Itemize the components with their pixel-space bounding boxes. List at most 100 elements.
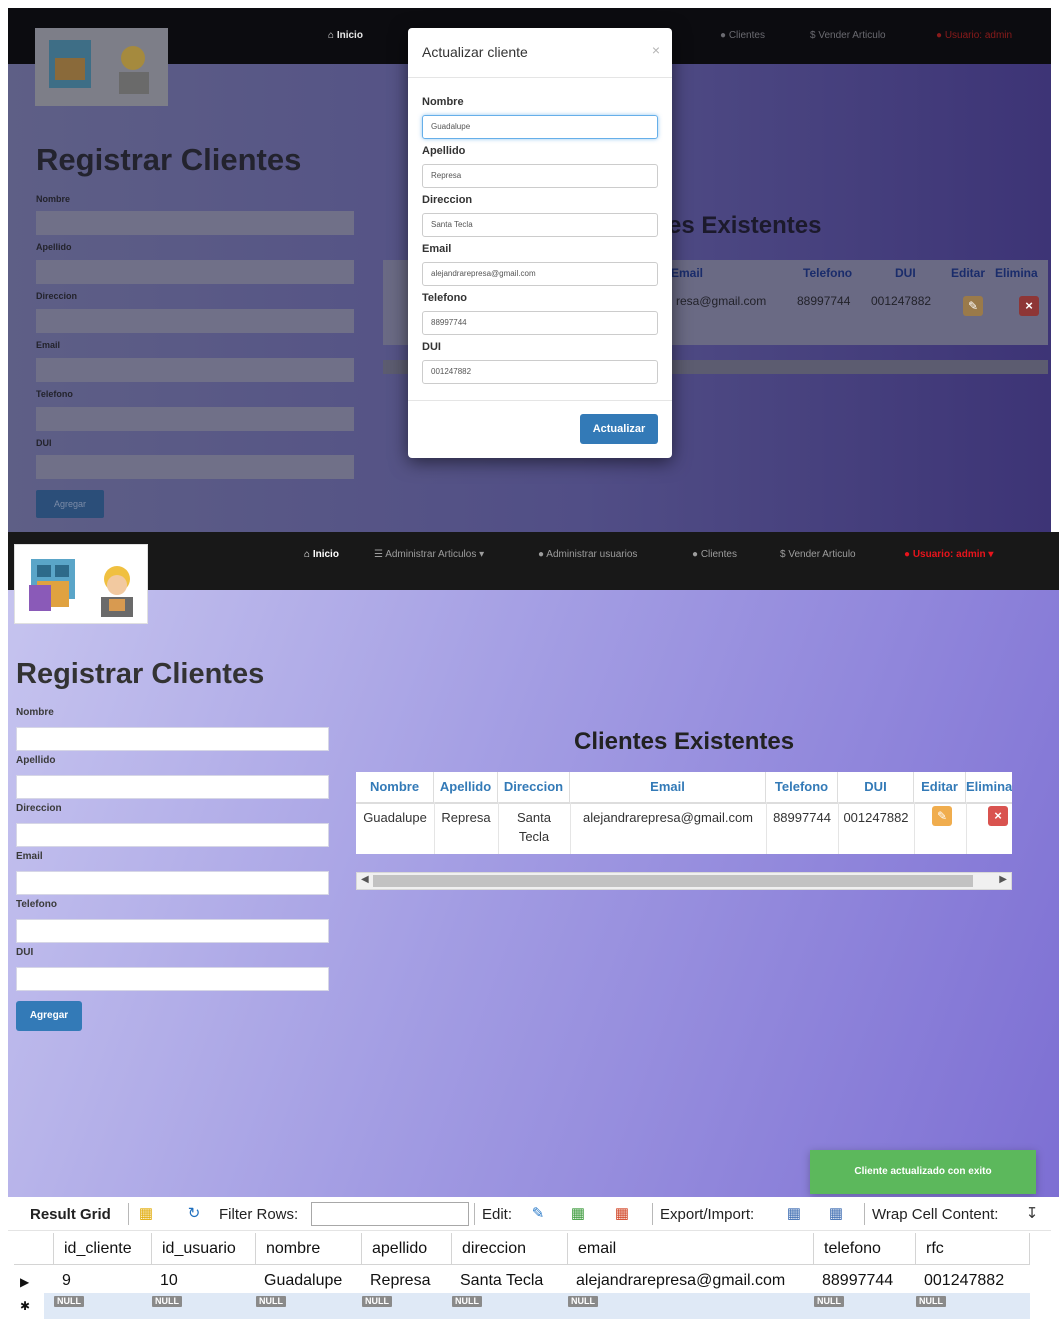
new-row[interactable] — [44, 1293, 1030, 1319]
result-grid-tab[interactable]: Result Grid — [30, 1206, 111, 1223]
clients-table: Nombre Apellido Direccion Email Telefono… — [356, 772, 1012, 854]
nav-articles[interactable]: ☰ Administrar Articulos ▾ — [374, 549, 484, 560]
import-icon[interactable]: ▦ — [826, 1204, 846, 1224]
modal-email-input[interactable]: alejandrarepresa@gmail.com — [422, 262, 658, 286]
dui-input[interactable] — [36, 455, 354, 479]
scroll-right-icon[interactable]: ▶ — [999, 874, 1007, 885]
modal-direccion-input[interactable]: Santa Tecla — [422, 213, 658, 237]
td-nombre: Guadalupe — [363, 810, 427, 825]
pencil-icon[interactable]: ✎ — [932, 806, 952, 826]
nav-users[interactable]: ● Administrar usuarios — [538, 549, 637, 560]
nav-user-menu[interactable]: ● Usuario: admin — [936, 30, 1012, 41]
edit-cell-icon[interactable]: ✎ — [528, 1204, 548, 1224]
null-badge: NULL — [152, 1296, 182, 1307]
screenshot-modal-state: ⌂ Inicio ● Clientes $ Vender Articulo ● … — [8, 8, 1051, 532]
export-icon[interactable]: ▦ — [784, 1204, 804, 1224]
update-button[interactable]: Actualizar — [580, 414, 658, 444]
label-nombre: Nombre — [16, 707, 54, 718]
nav-clients[interactable]: ● Clientes — [720, 30, 765, 41]
times-icon[interactable]: × — [1019, 296, 1039, 316]
cell-rfc[interactable]: 001247882 — [916, 1266, 1004, 1296]
cell-id-cliente[interactable]: 9 — [54, 1266, 71, 1296]
mysql-result-grid: Result Grid ▦ ↻ Filter Rows: Edit: ✎ ▦ ▦… — [8, 1197, 1051, 1333]
pencil-icon[interactable]: ✎ — [963, 296, 983, 316]
telefono-input[interactable] — [16, 919, 329, 943]
col-email[interactable]: email — [568, 1233, 814, 1265]
scroll-left-icon[interactable]: ◀ — [361, 874, 369, 885]
label-telefono: Telefono — [16, 899, 57, 910]
modal-nombre-input[interactable]: Guadalupe — [422, 115, 658, 139]
apellido-input[interactable] — [16, 775, 329, 799]
update-client-modal: Actualizar cliente × Nombre Guadalupe Ap… — [408, 28, 672, 458]
export-import-label: Export/Import: — [660, 1206, 755, 1223]
email-input[interactable] — [36, 358, 354, 382]
apellido-input[interactable] — [36, 260, 354, 284]
add-row-icon[interactable]: ▦ — [568, 1204, 588, 1224]
col-rfc[interactable]: rfc — [916, 1233, 1030, 1265]
row-header-column — [14, 1233, 54, 1265]
toolbar-separator — [128, 1203, 129, 1225]
cell-telefono[interactable]: 88997744 — [814, 1266, 893, 1296]
nombre-input[interactable] — [16, 727, 329, 751]
logo — [14, 544, 148, 624]
cell-divider — [914, 802, 915, 854]
modal-telefono-input[interactable]: 88997744 — [422, 311, 658, 335]
cell-direccion[interactable]: Santa Tecla — [452, 1266, 543, 1296]
col-id-usuario[interactable]: id_usuario — [152, 1233, 256, 1265]
nav-home[interactable]: ⌂ Inicio — [304, 549, 339, 560]
times-icon[interactable]: × — [988, 806, 1008, 826]
cell-nombre[interactable]: Guadalupe — [256, 1266, 342, 1296]
col-direccion[interactable]: direccion — [452, 1233, 568, 1265]
col-id-cliente[interactable]: id_cliente — [54, 1233, 152, 1265]
null-badge: NULL — [452, 1296, 482, 1307]
horizontal-scrollbar[interactable]: ◀ ▶ — [356, 872, 1012, 890]
nav-clients[interactable]: ● Clientes — [692, 549, 737, 560]
col-apellido[interactable]: apellido — [362, 1233, 452, 1265]
nav-sell[interactable]: $ Vender Articulo — [810, 30, 886, 41]
null-badge: NULL — [256, 1296, 286, 1307]
email-input[interactable] — [16, 871, 329, 895]
nav-sell[interactable]: $ Vender Articulo — [780, 549, 856, 560]
toolbar-separator — [864, 1203, 865, 1225]
cell-email[interactable]: alejandrarepresa@gmail.com — [568, 1266, 785, 1296]
filter-rows-input[interactable] — [311, 1202, 469, 1226]
td-dui: 001247882 — [871, 294, 932, 308]
modal-apellido-input[interactable]: Represa — [422, 164, 658, 188]
cell-apellido[interactable]: Represa — [362, 1266, 430, 1296]
dui-input[interactable] — [16, 967, 329, 991]
direccion-input[interactable] — [16, 823, 329, 847]
null-badge: NULL — [362, 1296, 392, 1307]
list-icon: ☰ — [374, 549, 383, 560]
modal-label-apellido: Apellido — [422, 145, 466, 157]
nombre-input[interactable] — [36, 211, 354, 235]
success-toast: Cliente actualizado con exito — [810, 1150, 1036, 1194]
label-direccion: Direccion — [36, 291, 78, 301]
telefono-input[interactable] — [36, 407, 354, 431]
modal-dui-input[interactable]: 001247882 — [422, 360, 658, 384]
cell-id-usuario[interactable]: 10 — [152, 1266, 178, 1296]
th-email: Email — [570, 772, 766, 802]
col-nombre[interactable]: nombre — [256, 1233, 362, 1265]
user-icon: ● — [904, 549, 911, 560]
label-email: Email — [36, 340, 61, 350]
edit-label: Edit: — [482, 1206, 513, 1223]
col-telefono[interactable]: telefono — [814, 1233, 916, 1265]
td-dui: 001247882 — [843, 810, 909, 825]
add-button[interactable]: Agregar — [36, 490, 104, 518]
grid-icon[interactable]: ▦ — [136, 1204, 156, 1224]
nav-user-menu[interactable]: ● Usuario: admin ▾ — [904, 549, 993, 560]
th-editar: Editar — [951, 266, 986, 280]
add-button[interactable]: Agregar — [16, 1001, 82, 1031]
nav-home[interactable]: ⌂ Inicio — [328, 30, 363, 41]
th-nombre: Nombre — [356, 772, 434, 802]
delete-row-icon[interactable]: ▦ — [612, 1204, 632, 1224]
close-icon[interactable]: × — [652, 42, 660, 58]
modal-label-telefono: Telefono — [422, 292, 468, 304]
scrollbar-thumb[interactable] — [373, 875, 973, 887]
wrap-icon[interactable]: ↧ — [1022, 1204, 1042, 1224]
table-title: es Existentes — [668, 212, 822, 239]
refresh-icon[interactable]: ↻ — [184, 1204, 204, 1224]
th-telefono: Telefono — [803, 266, 853, 280]
th-email: Email — [671, 266, 704, 280]
direccion-input[interactable] — [36, 309, 354, 333]
